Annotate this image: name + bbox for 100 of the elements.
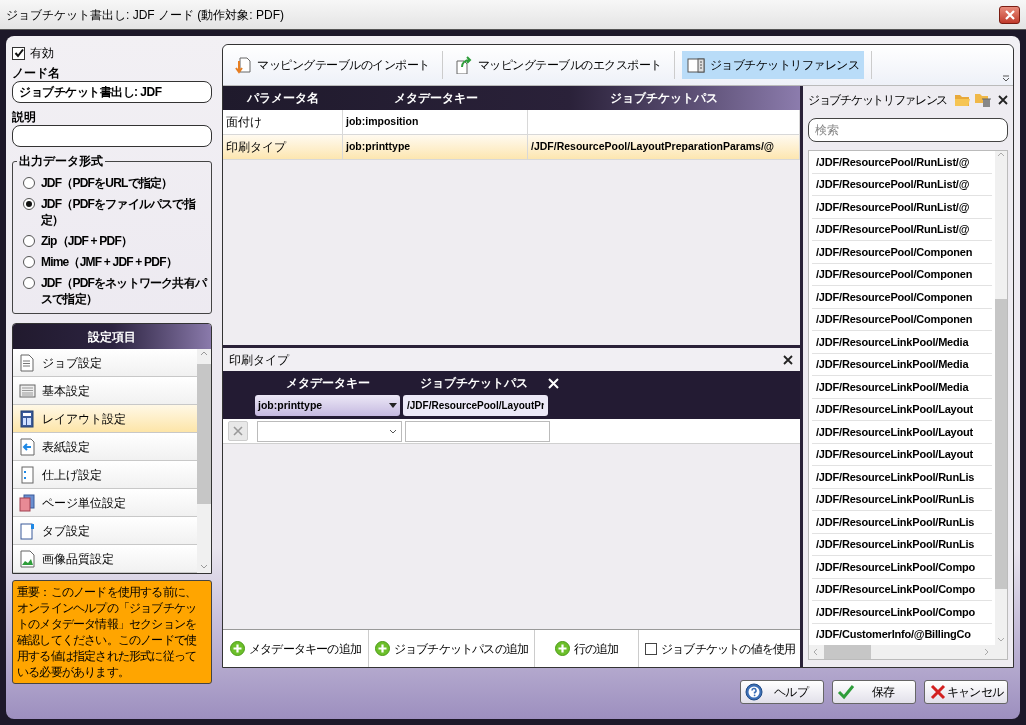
- radio-button[interactable]: [23, 198, 35, 210]
- toolbar-icon: [454, 56, 473, 74]
- reference-item[interactable]: /JDF/ResourcePool/RunList/@: [812, 196, 992, 219]
- table-cell: 面付け: [223, 110, 343, 134]
- add-button[interactable]: メタデータキーの追加: [223, 630, 369, 667]
- settings-item[interactable]: レイアウト設定: [13, 405, 197, 433]
- notice-text: 重要：このノードを使用する前に、オンラインヘルプの「ジョブチケットのメタデータ情報」セクションを確認してください。このノードで使用する値は指定された形式に従っている必要があります。: [12, 580, 212, 684]
- add-button[interactable]: 行の追加: [535, 630, 639, 667]
- close-button[interactable]: [998, 94, 1008, 105]
- settings-item[interactable]: 仕上げ設定: [13, 461, 197, 489]
- settings-item[interactable]: 画像品質設定: [13, 545, 197, 573]
- settings-icon: [19, 521, 36, 540]
- ticket-path-field[interactable]: /JDF/ResourcePool/LayoutPr: [403, 395, 548, 416]
- close-icon: [547, 377, 559, 389]
- enabled-checkbox[interactable]: [12, 46, 25, 60]
- table-row[interactable]: 面付け job:imposition: [223, 110, 800, 135]
- scroll-right-icon: [982, 648, 990, 656]
- scrollbar[interactable]: [995, 151, 1007, 645]
- settings-item[interactable]: ジョブ設定: [13, 349, 197, 377]
- check-icon: [13, 48, 24, 58]
- reference-item[interactable]: /JDF/ResourceLinkPool/Media: [812, 353, 992, 376]
- settings-item[interactable]: タブ設定: [13, 517, 197, 545]
- close-icon: [783, 354, 793, 365]
- use-value-checkbox[interactable]: [645, 642, 657, 655]
- help-icon: [745, 683, 763, 701]
- settings-item[interactable]: 基本設定: [13, 377, 197, 405]
- settings-item[interactable]: 表紙設定: [13, 433, 197, 461]
- reference-item[interactable]: /JDF/ResourceLinkPool/Layout: [812, 421, 992, 444]
- scrollbar[interactable]: [809, 645, 1007, 659]
- settings-item[interactable]: ページ単位設定: [13, 489, 197, 517]
- reference-item[interactable]: /JDF/ResourceLinkPool/Compo: [812, 601, 992, 624]
- reference-item[interactable]: /JDF/ResourcePool/Componen: [812, 241, 992, 264]
- help-button[interactable]: ヘルプ: [740, 680, 824, 704]
- column-header: メタデータキー: [392, 90, 479, 107]
- reference-item[interactable]: /JDF/ResourceLinkPool/Layout: [812, 443, 992, 466]
- scrollbar-thumb[interactable]: [824, 645, 871, 659]
- reference-item[interactable]: /JDF/ResourcePool/Componen: [812, 286, 992, 309]
- check-icon: [837, 683, 855, 701]
- field-label: 説明: [12, 109, 37, 125]
- table-cell: job:printtype: [343, 135, 528, 159]
- reference-item[interactable]: /JDF/ResourceLinkPool/RunLis: [812, 488, 992, 511]
- column-header: パラメータ名: [246, 90, 320, 107]
- reference-item[interactable]: /JDF/ResourceLinkPool/Media: [812, 331, 992, 354]
- plus-icon: [374, 641, 390, 656]
- settings-icon: [19, 353, 36, 372]
- radio-label: JDF（PDFをネットワーク共有パスで指定）: [41, 275, 207, 307]
- clear-folder-button[interactable]: [974, 91, 992, 108]
- field-label: ノード名: [12, 65, 61, 81]
- group-label: 出力データ形式: [18, 153, 104, 170]
- search-field[interactable]: 検索: [808, 118, 1008, 142]
- toolbar-icon: [686, 56, 705, 74]
- cancel-button[interactable]: キャンセル: [924, 680, 1008, 704]
- reference-item[interactable]: /JDF/ResourceLinkPool/RunLis: [812, 533, 992, 556]
- overflow-icon: [1002, 75, 1010, 82]
- reference-item[interactable]: /JDF/ResourcePool/Componen: [812, 263, 992, 286]
- table-row[interactable]: 印刷タイプ job:printtype /JDF/ResourcePool/LayoutPreparationParams/@: [223, 135, 800, 160]
- reference-item[interactable]: /JDF/ResourcePool/Componen: [812, 308, 992, 331]
- settings-icon: [19, 465, 36, 484]
- scrollbar-thumb[interactable]: [995, 299, 1007, 589]
- radio-label: Mime（JMF + JDF + PDF）: [41, 254, 178, 270]
- reference-item[interactable]: /JDF/ResourceLinkPool/Media: [812, 376, 992, 399]
- reference-item[interactable]: /JDF/ResourceLinkPool/RunLis: [812, 511, 992, 534]
- scrollbar[interactable]: [197, 349, 211, 573]
- radio-button[interactable]: [23, 256, 35, 268]
- toolbar-button[interactable]: ジョブチケットリファレンス: [681, 51, 864, 79]
- scroll-left-icon: [812, 648, 820, 656]
- settings-icon: [19, 381, 36, 400]
- description-field[interactable]: [12, 125, 212, 147]
- metadata-key-dropdown[interactable]: job:printtype: [255, 395, 400, 416]
- toolbar-button[interactable]: マッピングテーブルのインポート: [229, 51, 435, 79]
- node-name-field[interactable]: ジョブチケット書出し: JDF: [12, 81, 212, 103]
- remove-column-button[interactable]: [547, 377, 559, 389]
- reference-item[interactable]: /JDF/ResourcePool/RunList/@: [812, 173, 992, 196]
- reference-item[interactable]: /JDF/ResourceLinkPool/Layout: [812, 398, 992, 421]
- reference-item[interactable]: /JDF/ResourceLinkPool/Compo: [812, 556, 992, 579]
- reference-item[interactable]: /JDF/ResourcePool/RunList/@: [812, 151, 992, 174]
- radio-label: Zip（JDF + PDF）: [41, 233, 134, 249]
- add-button[interactable]: ジョブチケットパスの追加: [369, 630, 535, 667]
- radio-button[interactable]: [23, 235, 35, 247]
- reference-item[interactable]: /JDF/ResourceLinkPool/Compo: [812, 578, 992, 601]
- toolbar-icon: [234, 56, 252, 74]
- close-icon: [233, 426, 243, 436]
- radio-button[interactable]: [23, 277, 35, 289]
- close-icon: [1004, 9, 1015, 20]
- save-button[interactable]: 保存: [832, 680, 916, 704]
- close-button[interactable]: [782, 353, 794, 366]
- column-header: メタデータキー: [285, 375, 371, 392]
- close-icon: [998, 94, 1008, 105]
- ticket-path-field[interactable]: [405, 420, 550, 442]
- radio-label: JDF（PDFをURLで指定）: [41, 175, 174, 191]
- detail-title: 印刷タイプ: [229, 351, 289, 369]
- checkbox-label: 有効: [30, 45, 54, 62]
- reference-item[interactable]: /JDF/ResourcePool/RunList/@: [812, 218, 992, 241]
- scrollbar-thumb[interactable]: [197, 364, 211, 504]
- radio-button[interactable]: [23, 177, 35, 189]
- settings-icon: [19, 437, 36, 456]
- reference-item[interactable]: /JDF/ResourceLinkPool/RunLis: [812, 466, 992, 489]
- toolbar-button[interactable]: マッピングテーブルのエクスポート: [449, 51, 667, 79]
- close-button[interactable]: [999, 5, 1020, 24]
- settings-icon: [19, 493, 36, 512]
